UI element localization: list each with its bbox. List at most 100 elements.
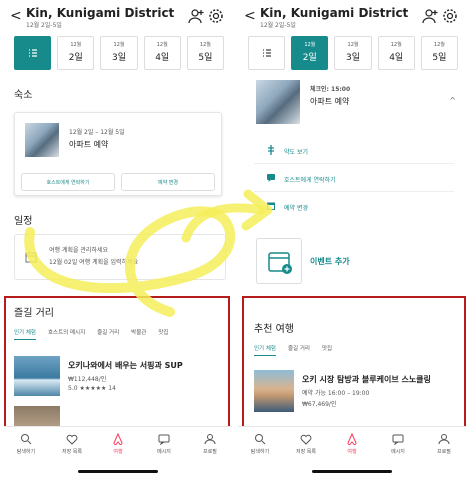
day-tab[interactable]: 12월 3일 [334, 36, 372, 70]
tab-popular[interactable]: 인기 체험 [254, 344, 276, 356]
experience-rating: 5.0 ★★★★★ 14 [68, 385, 116, 392]
change-reservation-button[interactable]: 예약 변경 [121, 173, 215, 191]
nav-explore[interactable]: 탐색하기 [240, 433, 280, 455]
day-selector: 12월 2일 12월 3일 12월 4일 12월 5일 [248, 36, 459, 70]
tab-things-to-do[interactable]: 즐길 거리 [288, 344, 310, 356]
nav-label: 프로필 [437, 449, 451, 455]
day-month: 12월 [113, 42, 125, 48]
nav-messages[interactable]: 메시지 [378, 433, 418, 455]
day-month: 12월 [390, 42, 402, 48]
calendar-add-icon [268, 252, 292, 274]
nav-label: 여행 [113, 449, 123, 455]
nav-profile[interactable]: 프로필 [424, 433, 464, 455]
nav-label: 메시지 [157, 449, 171, 455]
lodging-name: 아파트 예약 [69, 140, 109, 149]
list-view-button[interactable] [248, 36, 286, 70]
plan-title: 여행 계획을 관리하세요 [49, 247, 109, 254]
tab-restaurants[interactable]: 맛집 [158, 328, 168, 340]
heart-icon [300, 434, 312, 445]
profile-icon [438, 434, 450, 445]
schedule-section-title: 일정 [14, 216, 33, 227]
day-tab[interactable]: 12월 3일 [100, 36, 138, 70]
day-selector: 12월 2일 12월 3일 12월 4일 12월 5일 [14, 36, 225, 70]
nav-trips[interactable]: 여행 [98, 433, 138, 455]
profile-icon [204, 434, 216, 445]
experience-title[interactable]: 오키 시장 탐방과 블루케이브 스노클링 [302, 374, 431, 385]
day-tab[interactable]: 12월 4일 [143, 36, 181, 70]
airbnb-icon [347, 433, 357, 445]
lodging-dates: 12월 2일 – 12월 5일 [69, 129, 125, 136]
nav-profile[interactable]: 프로필 [190, 433, 230, 455]
nav-wishlists[interactable]: 저장 목록 [52, 433, 92, 455]
message-icon [392, 434, 404, 445]
day-tab-active[interactable]: 12월 2일 [291, 36, 329, 70]
gear-icon[interactable] [442, 8, 458, 24]
day-tab[interactable]: 12월 5일 [186, 36, 225, 70]
list-icon [262, 49, 271, 57]
nav-wishlists[interactable]: 저장 목록 [286, 433, 326, 455]
day-number: 2일 [302, 53, 317, 63]
left-screen: < Kin, Kunigami District 12월 2일-5일 12월 2일… [4, 0, 232, 478]
message-icon [158, 434, 170, 445]
recommended-tabs: 인기 체험 즐길 거리 맛집 [254, 344, 332, 356]
map-icon [268, 145, 274, 155]
add-event-icon-box[interactable] [256, 238, 302, 284]
day-month: 12월 [199, 42, 211, 48]
lodging-thumbnail [256, 80, 300, 124]
checkin-time: 체크인: 15:00 [310, 86, 351, 93]
day-tab[interactable]: 12월 4일 [377, 36, 415, 70]
airbnb-icon [113, 433, 123, 445]
fun-tabs: 인기 체험 호스트의 메시지 즐길 거리 박물관 맛집 [14, 328, 168, 340]
search-icon [21, 434, 32, 445]
nav-trips[interactable]: 여행 [332, 433, 372, 455]
search-icon [255, 434, 266, 445]
tab-popular[interactable]: 인기 체험 [14, 328, 36, 340]
day-number: 5일 [198, 53, 213, 63]
page-title: Kin, Kunigami District [260, 6, 409, 20]
day-month: 12월 [347, 42, 359, 48]
back-icon[interactable]: < [10, 8, 22, 24]
chat-icon [267, 174, 275, 182]
add-user-icon[interactable] [422, 8, 438, 24]
nav-label: 탐색하기 [250, 449, 270, 455]
nav-messages[interactable]: 메시지 [144, 433, 184, 455]
experience-thumbnail [254, 370, 294, 412]
home-indicator [78, 470, 158, 473]
day-number: 4일 [389, 53, 404, 63]
trip-dates: 12월 2일-5일 [26, 22, 62, 29]
nav-explore[interactable]: 탐색하기 [6, 433, 46, 455]
lodging-section-title: 숙소 [14, 90, 33, 101]
trip-dates: 12월 2일-5일 [260, 22, 296, 29]
page-title: Kin, Kunigami District [26, 6, 175, 20]
experience-price: ₩67,469/인 [302, 401, 337, 408]
gear-icon[interactable] [208, 8, 224, 24]
lodging-name[interactable]: 아파트 예약 [310, 96, 349, 107]
nav-label: 메시지 [391, 449, 405, 455]
directions-link[interactable]: 약도 보기 [284, 147, 308, 156]
contact-host-button[interactable]: 호스트에게 연락하기 [21, 173, 115, 191]
tab-things-to-do[interactable]: 즐길 거리 [97, 328, 119, 340]
chevron-up-icon[interactable]: ^ [449, 96, 456, 105]
bottom-nav: 탐색하기 저장 목록 여행 메시지 프로필 [4, 426, 232, 478]
nav-label: 프로필 [203, 449, 217, 455]
plan-card[interactable]: 여행 계획을 관리하세요 12월 02일 여행 계획을 입력하세요 [14, 234, 226, 280]
add-user-icon[interactable] [188, 8, 204, 24]
divider [254, 191, 454, 192]
home-indicator [312, 470, 392, 473]
tab-host-message[interactable]: 호스트의 메시지 [48, 328, 85, 340]
contact-host-link[interactable]: 호스트에게 연락하기 [284, 175, 336, 184]
list-view-button[interactable] [14, 36, 52, 70]
experience-time: 예약 가능 16:00 – 19:00 [302, 390, 370, 397]
divider [254, 163, 454, 164]
add-event-button[interactable]: 이벤트 추가 [310, 256, 350, 267]
day-tab[interactable]: 12월 2일 [57, 36, 95, 70]
experience-title[interactable]: 오키나와에서 배우는 서핑과 SUP [68, 360, 183, 371]
day-number: 3일 [346, 53, 361, 63]
day-tab[interactable]: 12월 5일 [420, 36, 459, 70]
tab-museum[interactable]: 박물관 [131, 328, 146, 340]
header: < Kin, Kunigami District 12월 2일-5일 [4, 6, 232, 30]
tab-restaurants[interactable]: 맛집 [322, 344, 332, 356]
lodging-card[interactable]: 12월 2일 – 12월 5일 아파트 예약 호스트에게 연락하기 예약 변경 [14, 112, 222, 196]
back-icon[interactable]: < [244, 8, 256, 24]
change-reservation-link[interactable]: 예약 변경 [284, 203, 308, 212]
